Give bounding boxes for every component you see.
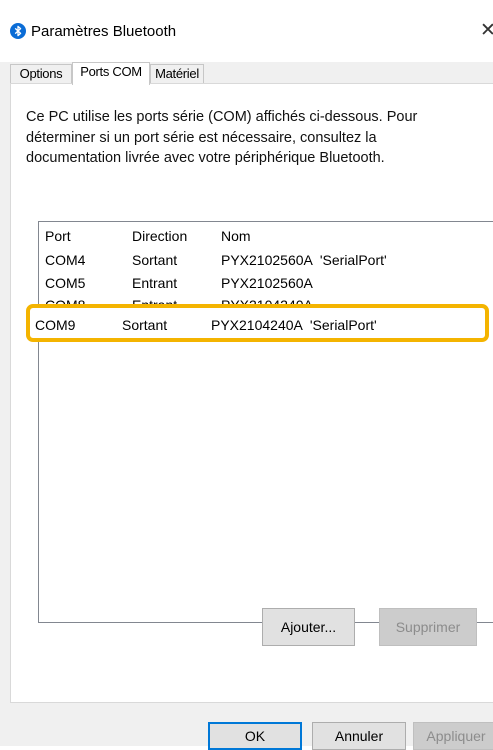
list-header: Port Direction Nom <box>39 222 493 249</box>
tab-panel-ports-com: Ce PC utilise les ports série (COM) affi… <box>10 83 493 703</box>
cell-port: COM9 <box>35 317 76 333</box>
remove-port-button[interactable]: Supprimer <box>379 608 477 646</box>
column-header-port[interactable]: Port <box>45 227 71 245</box>
cell-nom: PYX2102560A <box>221 275 313 291</box>
cell-nom: PYX2102560A 'SerialPort' <box>221 252 387 268</box>
list-item[interactable]: COM4 Sortant PYX2102560A 'SerialPort' <box>39 249 493 271</box>
add-port-button[interactable]: Ajouter... <box>262 608 355 646</box>
title-bar: Paramètres Bluetooth ✕ <box>0 0 493 62</box>
highlighted-row-com9[interactable]: COM9 Sortant PYX2104240A 'SerialPort' <box>26 304 489 342</box>
column-header-nom[interactable]: Nom <box>221 227 251 245</box>
tab-materiel[interactable]: Matériel <box>150 64 204 83</box>
tab-ports-com[interactable]: Ports COM <box>72 62 150 85</box>
cell-port: COM4 <box>45 252 86 268</box>
cell-nom: PYX2104240A 'SerialPort' <box>211 317 377 333</box>
tab-options[interactable]: Options <box>10 64 72 83</box>
cell-direction: Sortant <box>122 317 168 333</box>
ports-description: Ce PC utilise les ports série (COM) affi… <box>26 109 418 166</box>
list-item[interactable]: COM5 Entrant PYX2102560A <box>39 272 493 294</box>
cell-direction: Sortant <box>132 252 178 268</box>
tab-strip: Options Ports COM Matériel <box>0 62 493 85</box>
cell-direction: Entrant <box>132 275 178 291</box>
column-header-direction[interactable]: Direction <box>132 227 187 245</box>
ports-list[interactable]: Port Direction Nom COM4 Sortant PYX21025… <box>38 221 493 623</box>
close-icon[interactable]: ✕ <box>480 20 493 42</box>
bluetooth-icon <box>10 23 26 39</box>
cell-port: COM5 <box>45 275 86 291</box>
dialog-body: Options Ports COM Matériel Ce PC utilise… <box>0 62 493 750</box>
window-title: Paramètres Bluetooth <box>31 23 177 40</box>
